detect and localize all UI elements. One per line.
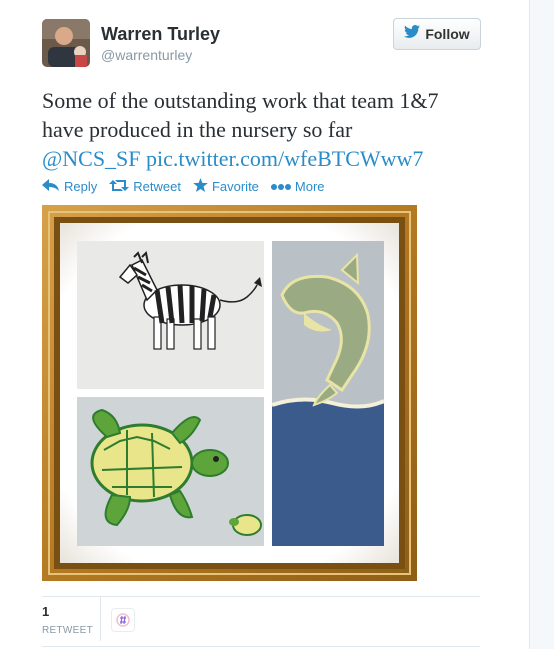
retweet-label: Retweet xyxy=(133,179,181,194)
favorite-action[interactable]: Favorite xyxy=(193,178,259,195)
pic-link[interactable]: pic.twitter.com/wfeBTCWww7 xyxy=(146,146,423,171)
more-dots-icon xyxy=(270,179,291,194)
tweet-photo[interactable] xyxy=(42,205,417,581)
favorite-label: Favorite xyxy=(211,179,259,194)
follow-label: Follow xyxy=(425,26,470,42)
bird-icon xyxy=(404,25,421,43)
stats-separator xyxy=(100,597,101,641)
more-action[interactable]: More xyxy=(270,179,325,194)
reply-label: Reply xyxy=(64,179,98,194)
more-label: More xyxy=(294,179,325,194)
star-icon xyxy=(193,178,208,195)
avatar[interactable] xyxy=(42,19,90,67)
user-handle[interactable]: @warrenturley xyxy=(101,47,192,63)
retweeter-avatar[interactable] xyxy=(111,608,135,632)
user-name[interactable]: Warren Turley xyxy=(101,24,220,45)
tweet-text: Some of the outstanding work that team 1… xyxy=(42,86,492,173)
tweet-line-2: have produced in the nursery so far xyxy=(42,117,353,142)
scrollbar-track[interactable] xyxy=(529,0,554,649)
follow-button[interactable]: Follow xyxy=(393,18,481,50)
reply-icon xyxy=(42,178,60,195)
retweet-count: 1 xyxy=(42,604,50,619)
tweet-actions: Reply Retweet Favorite More xyxy=(42,178,337,195)
divider-top xyxy=(42,596,480,597)
tweet-card: Warren Turley @warrenturley Follow Some … xyxy=(0,0,529,649)
retweet-stats[interactable]: 1 RETWEET xyxy=(42,604,93,636)
reply-action[interactable]: Reply xyxy=(42,178,98,195)
retweet-icon xyxy=(109,179,130,195)
divider-bottom xyxy=(42,646,480,647)
retweet-count-label: RETWEET xyxy=(42,625,93,636)
tweet-line-1: Some of the outstanding work that team 1… xyxy=(42,88,439,113)
mention-link[interactable]: @NCS_SF xyxy=(42,146,141,171)
retweet-action[interactable]: Retweet xyxy=(109,179,181,195)
